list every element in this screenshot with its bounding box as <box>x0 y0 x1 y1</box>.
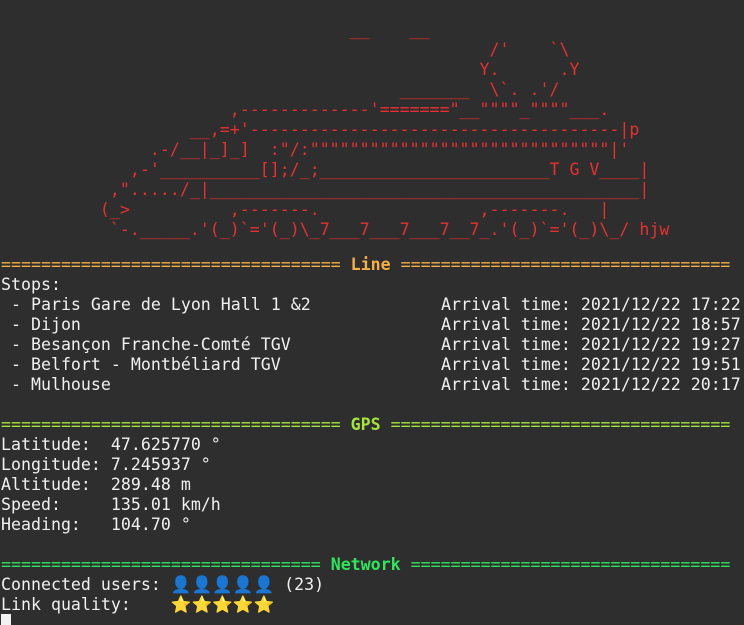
link-quality-label: Link quality: <box>1 595 171 614</box>
stop-row: - Mulhouse Arrival time: 2021/12/22 20:17 <box>1 375 741 395</box>
network-separator-right: ================================ <box>410 555 731 574</box>
stop-name: - Dijon <box>1 315 81 334</box>
line-section-header: ================================== Line … <box>1 255 730 275</box>
stop-row: - Besançon Franche-Comté TGV Arrival time… <box>1 335 741 355</box>
stop-arrival-time: Arrival time: 2021/12/22 19:51 <box>441 355 741 374</box>
network-separator-left: ================================ <box>1 555 321 574</box>
connected-users-count: (23) <box>274 575 325 594</box>
stop-arrival-time: Arrival time: 2021/12/22 18:57 <box>441 315 741 334</box>
train-ascii-art: __ __ /' `\ Y. .Y _______ \`. .'/ ,-----… <box>99 20 670 239</box>
stop-row: - Dijon Arrival time: 2021/12/22 18:57 <box>1 315 741 335</box>
gps-longitude: Longitude: 7.245937 ° <box>1 455 211 474</box>
stop-name: - Belfort - Montbéliard TGV <box>1 355 281 374</box>
stop-name: - Paris Gare de Lyon Hall 1 &2 <box>1 295 311 314</box>
link-quality-row: Link quality: ⭐⭐⭐⭐⭐ <box>1 595 274 615</box>
stop-name: - Besançon Franche-Comté TGV <box>1 335 291 354</box>
stop-name: - Mulhouse <box>1 375 111 394</box>
connected-users-label: Connected users: <box>1 575 171 594</box>
network-section-header: ================================ Network… <box>1 555 730 575</box>
gps-separator-right: ================================== <box>390 415 731 434</box>
gps-heading: Heading: 104.70 ° <box>1 515 191 534</box>
gps-latitude: Latitude: 47.625770 ° <box>1 435 221 454</box>
line-separator-left: ================================== <box>1 255 341 274</box>
terminal-window: __ __ /' `\ Y. .Y _______ \`. .'/ ,-----… <box>0 0 744 625</box>
gps-separator-left: ================================== <box>1 415 341 434</box>
network-section-title: Network <box>330 555 401 574</box>
user-icons: 👤👤👤👤👤 <box>170 575 275 594</box>
stop-arrival-time: Arrival time: 2021/12/22 19:27 <box>441 335 741 354</box>
gps-section-title: GPS <box>350 415 381 434</box>
stop-row: - Belfort - Montbéliard TGV Arrival time:… <box>1 355 741 375</box>
stop-row: - Paris Gare de Lyon Hall 1 &2 Arrival ti… <box>1 295 741 315</box>
stop-arrival-time: Arrival time: 2021/12/22 20:17 <box>441 375 741 394</box>
line-separator-right: ================================= <box>400 255 731 274</box>
connected-users-row: Connected users: 👤👤👤👤👤 (23) <box>1 575 324 595</box>
terminal-cursor[interactable] <box>1 614 11 625</box>
stops-label: Stops: <box>1 275 61 294</box>
star-icons: ⭐⭐⭐⭐⭐ <box>170 595 275 614</box>
line-section-title: Line <box>350 255 391 274</box>
gps-section-header: ================================== GPS =… <box>1 415 730 435</box>
gps-altitude: Altitude: 289.48 m <box>1 475 191 494</box>
gps-speed: Speed: 135.01 km/h <box>1 495 221 514</box>
stop-arrival-time: Arrival time: 2021/12/22 17:22 <box>441 295 741 314</box>
